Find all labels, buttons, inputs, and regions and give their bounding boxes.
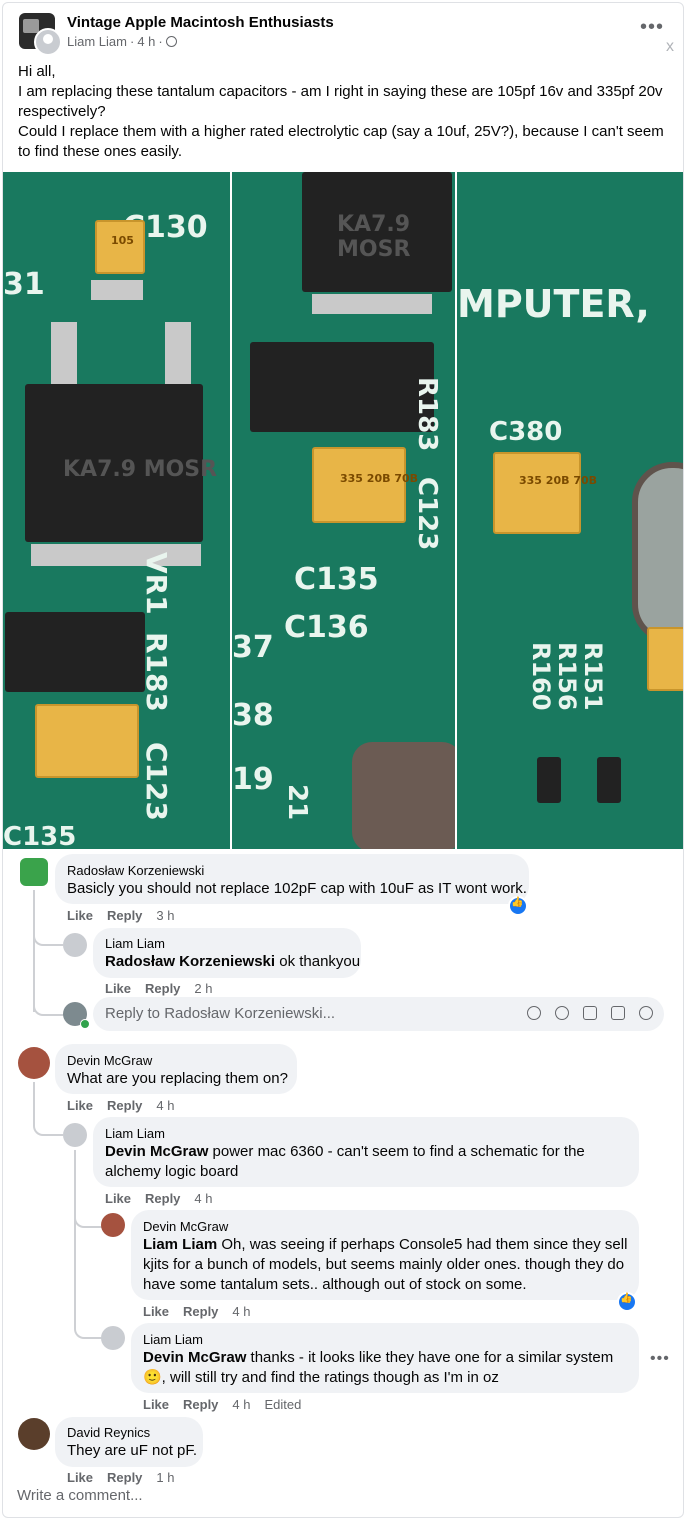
commenter-name[interactable]: Liam Liam [105,1126,165,1141]
mention[interactable]: Devin McGraw [105,1143,208,1160]
camera-icon[interactable] [583,1006,597,1020]
commenter-name[interactable]: Liam Liam [143,1332,203,1347]
post-body: Hi all, I am replacing these tantalum ca… [18,63,664,160]
commenter-name[interactable]: Devin McGraw [143,1219,228,1234]
avatar[interactable] [18,1418,50,1450]
avatar[interactable] [101,1213,125,1237]
reply-button[interactable]: Reply [107,908,142,923]
comment-actions: Like Reply 4 h [105,1191,213,1206]
reply-button[interactable]: Reply [145,1191,180,1206]
capacitor-c123-closeup [312,447,406,523]
like-button[interactable]: Like [67,1098,93,1113]
edited-label: Edited [264,1397,302,1412]
gif-icon[interactable] [611,1006,625,1020]
comment-text: Liam Liam Oh, was seeing if perhaps Cons… [143,1236,628,1293]
like-reaction-icon[interactable] [508,896,528,916]
comment-text: Basicly you should not replace 102pF cap… [67,880,527,897]
post-time[interactable]: 4 h [137,34,155,49]
avatar[interactable] [101,1326,125,1350]
like-button[interactable]: Like [143,1304,169,1319]
comment-time[interactable]: 4 h [156,1098,174,1113]
capacitor-c123 [35,704,139,778]
comment-time[interactable]: 2 h [194,981,212,996]
photo-3[interactable]: MPUTER, C380 335 20B 70B R151 R156 R160 [457,172,683,849]
comment-time[interactable]: 1 h [156,1470,174,1485]
write-comment-input[interactable]: Write a comment... [17,1487,143,1504]
mention[interactable]: Radosław Korzeniewski [105,953,275,970]
sticker-icon[interactable] [639,1006,653,1020]
commenter-name[interactable]: Devin McGraw [67,1053,152,1068]
like-button[interactable]: Like [143,1397,169,1412]
comment-actions: Like Reply 3 h [67,908,175,923]
mention[interactable]: Devin McGraw [143,1349,246,1366]
comment-text: They are uF not pF. [67,1442,198,1459]
reply-button[interactable]: Reply [107,1470,142,1485]
comment-time[interactable]: 4 h [232,1304,250,1319]
reply-button[interactable]: Reply [145,981,180,996]
photo-2[interactable]: KA7.9 MOSR 335 20B 70B R183 C123 C135 C1… [232,172,455,849]
author-avatar[interactable] [34,28,62,56]
comment-more-icon[interactable]: ••• [650,1351,670,1367]
comment-actions: Like Reply 4 h [67,1098,175,1113]
reply-input[interactable]: Reply to Radosław Korzeniewski... [93,997,664,1031]
avatar[interactable] [63,1123,87,1147]
avatar-sticker-icon[interactable] [527,1006,541,1020]
like-button[interactable]: Like [105,1191,131,1206]
audience-icon[interactable] [165,36,177,47]
comment-actions: Like Reply 2 h [105,981,213,996]
comment-time[interactable]: 3 h [156,908,174,923]
comment-time[interactable]: 4 h [232,1397,250,1412]
capacitor-c380 [493,452,581,534]
commenter-name[interactable]: Liam Liam [105,936,165,951]
more-options-icon[interactable]: ••• [640,17,664,37]
reply-button[interactable]: Reply [183,1304,218,1319]
like-button[interactable]: Like [67,908,93,923]
like-button[interactable]: Like [105,981,131,996]
emoji-icon[interactable] [555,1006,569,1020]
reply-button[interactable]: Reply [107,1098,142,1113]
group-name[interactable]: Vintage Apple Macintosh Enthusiasts [67,14,334,31]
comment-time[interactable]: 4 h [194,1191,212,1206]
comment-text: What are you replacing them on? [67,1070,288,1087]
author-name[interactable]: Liam Liam [67,34,127,49]
close-icon[interactable]: x [666,38,674,56]
comment-actions: Like Reply 1 h [67,1470,175,1485]
like-button[interactable]: Like [67,1470,93,1485]
photo-1[interactable]: C130 31 105 KA7.9 MOSR VR1 R183 C123 C13… [3,172,230,849]
like-reaction-icon[interactable] [617,1292,637,1312]
reply-button[interactable]: Reply [183,1397,218,1412]
mention[interactable]: Liam Liam [143,1236,217,1253]
comment-actions: Like Reply 4 h [143,1304,251,1319]
avatar[interactable] [20,858,48,886]
comment-text: Devin McGraw power mac 6360 - can't seem… [105,1143,585,1180]
online-status-icon [80,1019,90,1029]
comment-actions: Like Reply 4 h Edited [143,1397,301,1412]
post-meta: Liam Liam · 4 h · [67,34,177,49]
comment-text: Devin McGraw thanks - it looks like they… [143,1349,614,1386]
commenter-name[interactable]: David Reynics [67,1425,150,1440]
avatar[interactable] [18,1047,50,1079]
avatar[interactable] [63,933,87,957]
commenter-name[interactable]: Radosław Korzeniewski [67,863,204,878]
capacitor-c130 [95,220,145,274]
comment-text: Radosław Korzeniewski ok thankyou [105,953,361,970]
